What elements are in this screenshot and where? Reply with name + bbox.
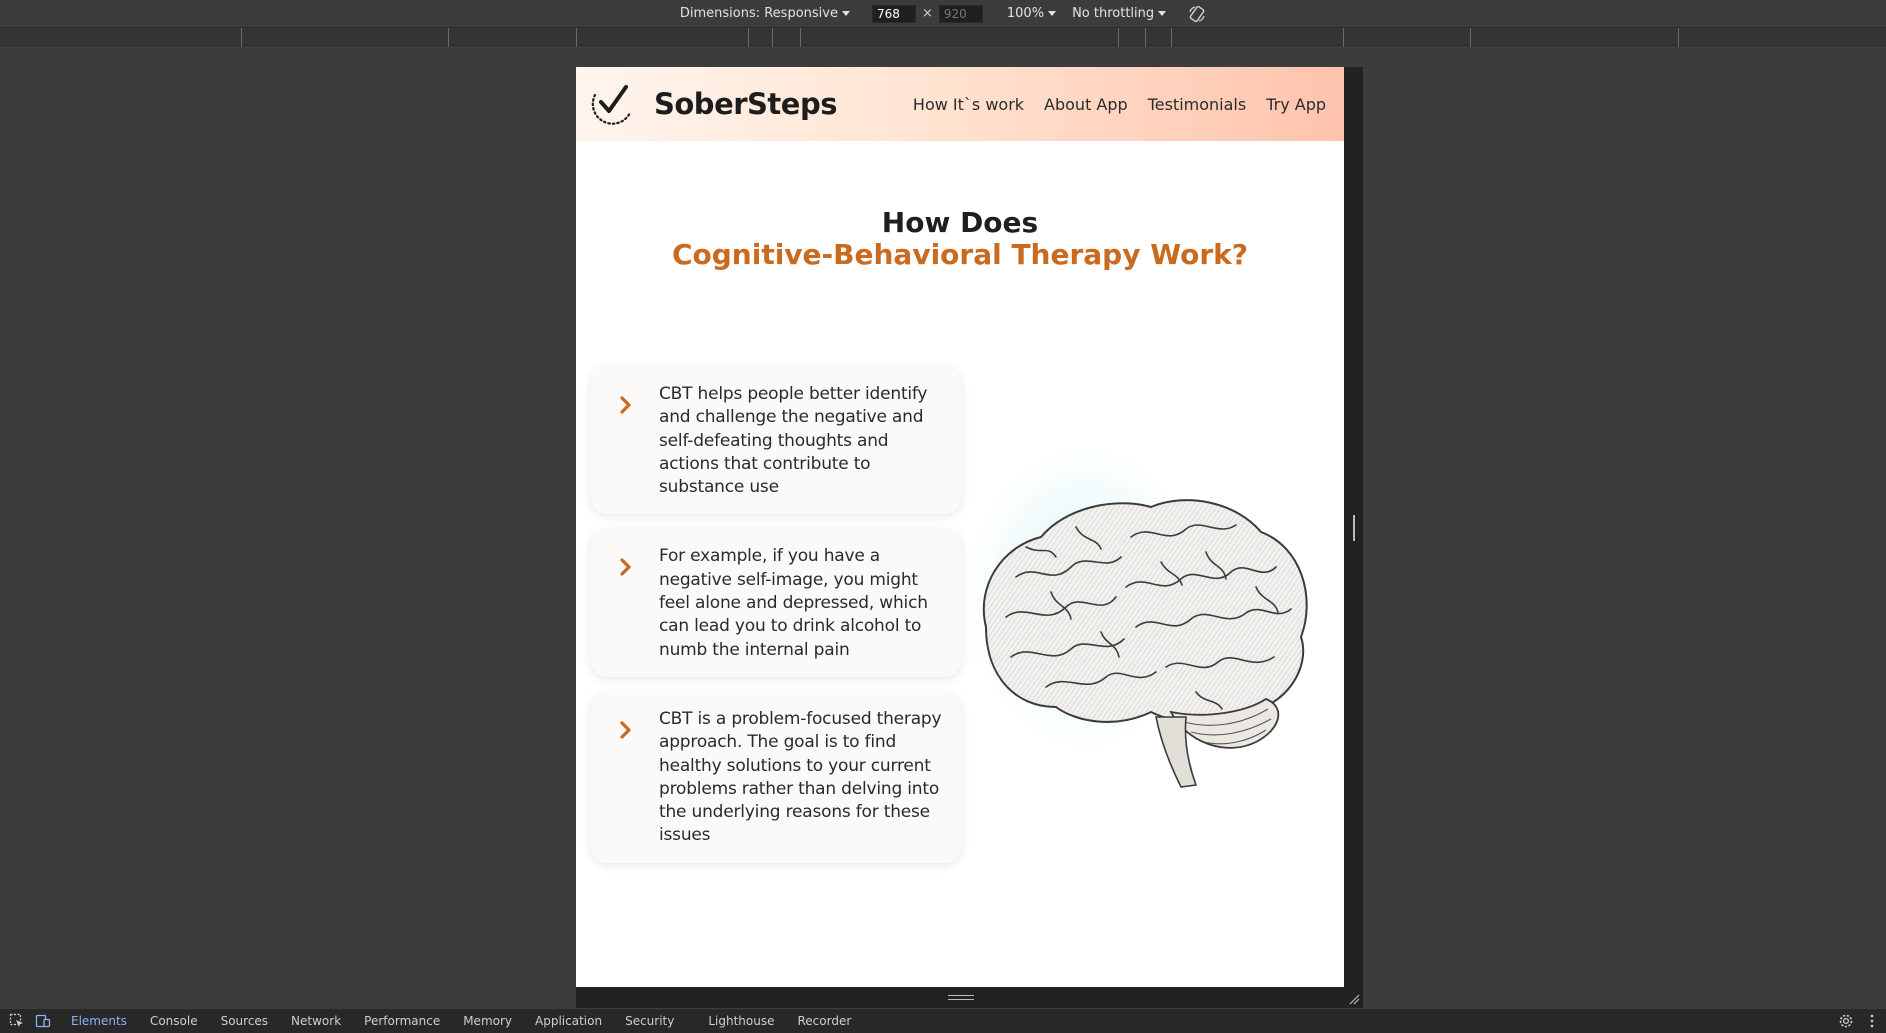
tab-console[interactable]: Console [150,1014,198,1028]
info-card: CBT helps people better identify and cha… [591,367,961,515]
times-sign: × [921,6,933,21]
info-card: CBT is a problem-focused therapy approac… [591,691,961,863]
info-card: For example, if you have a negative self… [591,529,961,677]
tab-recorder[interactable]: Recorder [798,1014,852,1028]
card-text: CBT helps people better identify and cha… [659,384,928,498]
settings-gear-icon[interactable] [1838,1013,1854,1029]
cbt-cards: CBT helps people better identify and cha… [591,367,961,878]
media-query-bar[interactable] [0,27,1886,47]
site-header: SoberSteps How It`s work About App Testi… [576,67,1344,141]
caret-down-icon [1158,11,1167,16]
rotate-icon [1189,5,1205,22]
device-viewport: SoberSteps How It`s work About App Testi… [576,67,1344,987]
title-line-2: Cognitive-Behavioral Therapy Work? [671,238,1249,271]
zoom-label: 100% [1006,6,1045,21]
rotate-button[interactable] [1188,5,1206,23]
cbt-content: CBT helps people better identify and cha… [576,367,1344,887]
section-title: How Does Cognitive-Behavioral Therapy Wo… [576,207,1344,271]
checkmark-logo-icon [591,85,632,125]
width-input[interactable] [871,4,916,23]
height-input[interactable] [938,4,983,23]
brain-icon [982,499,1308,788]
chevron-right-icon [620,721,631,739]
throttling-dropdown[interactable]: No throttling [1072,6,1167,21]
vertical-resize-handle-icon[interactable] [1353,515,1355,541]
device-toolbar: Dimensions: Responsive × 100% No throttl… [0,0,1886,27]
nav-testimonials[interactable]: Testimonials [1148,95,1247,114]
brand-name: SoberSteps [654,87,837,121]
tab-security[interactable]: Security [625,1014,674,1028]
tab-lighthouse[interactable]: Lighthouse [708,1014,774,1028]
nav-try-app[interactable]: Try App [1266,95,1326,114]
card-text: CBT is a problem-focused therapy approac… [659,708,942,846]
throttling-label: No throttling [1072,6,1155,21]
tab-network[interactable]: Network [291,1014,341,1028]
device-toggle-icon[interactable] [35,1013,51,1029]
card-text: For example, if you have a negative self… [659,546,928,660]
inspect-element-icon[interactable] [9,1013,25,1029]
nav-how-it-works[interactable]: How It`s work [913,95,1024,114]
tab-performance[interactable]: Performance [364,1014,440,1028]
zoom-dropdown[interactable]: 100% [1006,6,1057,21]
chevron-right-icon [620,396,631,414]
tab-application[interactable]: Application [535,1014,602,1028]
caret-down-icon [841,11,850,16]
tab-elements[interactable]: Elements [71,1014,127,1028]
title-line-1: How Does [881,206,1039,239]
nav-about-app[interactable]: About App [1044,95,1128,114]
logo[interactable]: SoberSteps [590,81,837,127]
corner-resize-icon[interactable] [1348,993,1360,1005]
chevron-right-icon [620,558,631,577]
tab-memory[interactable]: Memory [463,1014,512,1028]
horizontal-resize-handle-icon[interactable] [948,995,974,1000]
more-options-icon[interactable] [1864,1013,1880,1029]
brain-illustration [956,407,1336,807]
main-nav: How It`s work About App Testimonials Try… [893,95,1326,114]
tab-sources[interactable]: Sources [221,1014,268,1028]
caret-down-icon [1048,11,1057,16]
dimensions-label: Dimensions: Responsive [679,6,838,21]
dimensions-dropdown[interactable]: Dimensions: Responsive [680,6,850,21]
devtools-tab-bar: Elements Console Sources Network Perform… [0,1008,1886,1033]
